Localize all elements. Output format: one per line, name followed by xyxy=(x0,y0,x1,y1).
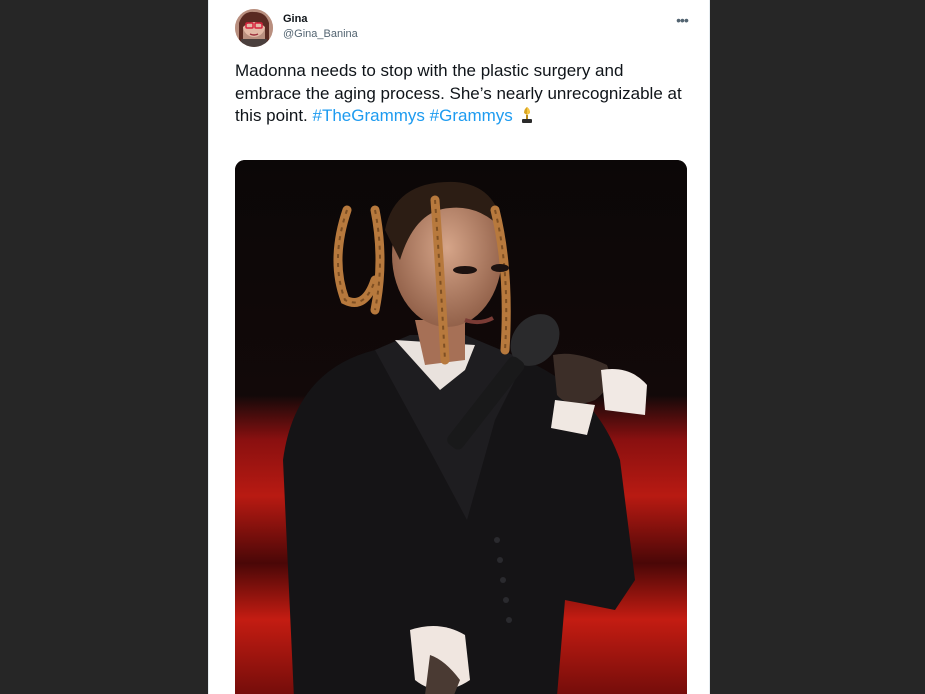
hashtag-grammys[interactable]: #Grammys xyxy=(430,106,513,125)
tweet-card: Gina @Gina_Banina ••• Madonna needs to s… xyxy=(208,0,710,694)
avatar[interactable] xyxy=(235,9,273,47)
tweet-text: Madonna needs to stop with the plastic s… xyxy=(235,60,685,128)
display-name[interactable]: Gina xyxy=(283,12,358,26)
tweet-header: Gina @Gina_Banina ••• xyxy=(235,9,695,49)
avatar-image xyxy=(235,9,273,47)
tweet-photo[interactable] xyxy=(235,160,687,694)
hashtag-thegrammys[interactable]: #TheGrammys xyxy=(313,106,425,125)
photo-image xyxy=(235,160,687,694)
user-handle[interactable]: @Gina_Banina xyxy=(283,26,358,42)
trophy-emoji xyxy=(518,106,536,124)
ellipsis-icon[interactable]: ••• xyxy=(671,9,693,31)
author-info: Gina @Gina_Banina xyxy=(283,12,358,42)
